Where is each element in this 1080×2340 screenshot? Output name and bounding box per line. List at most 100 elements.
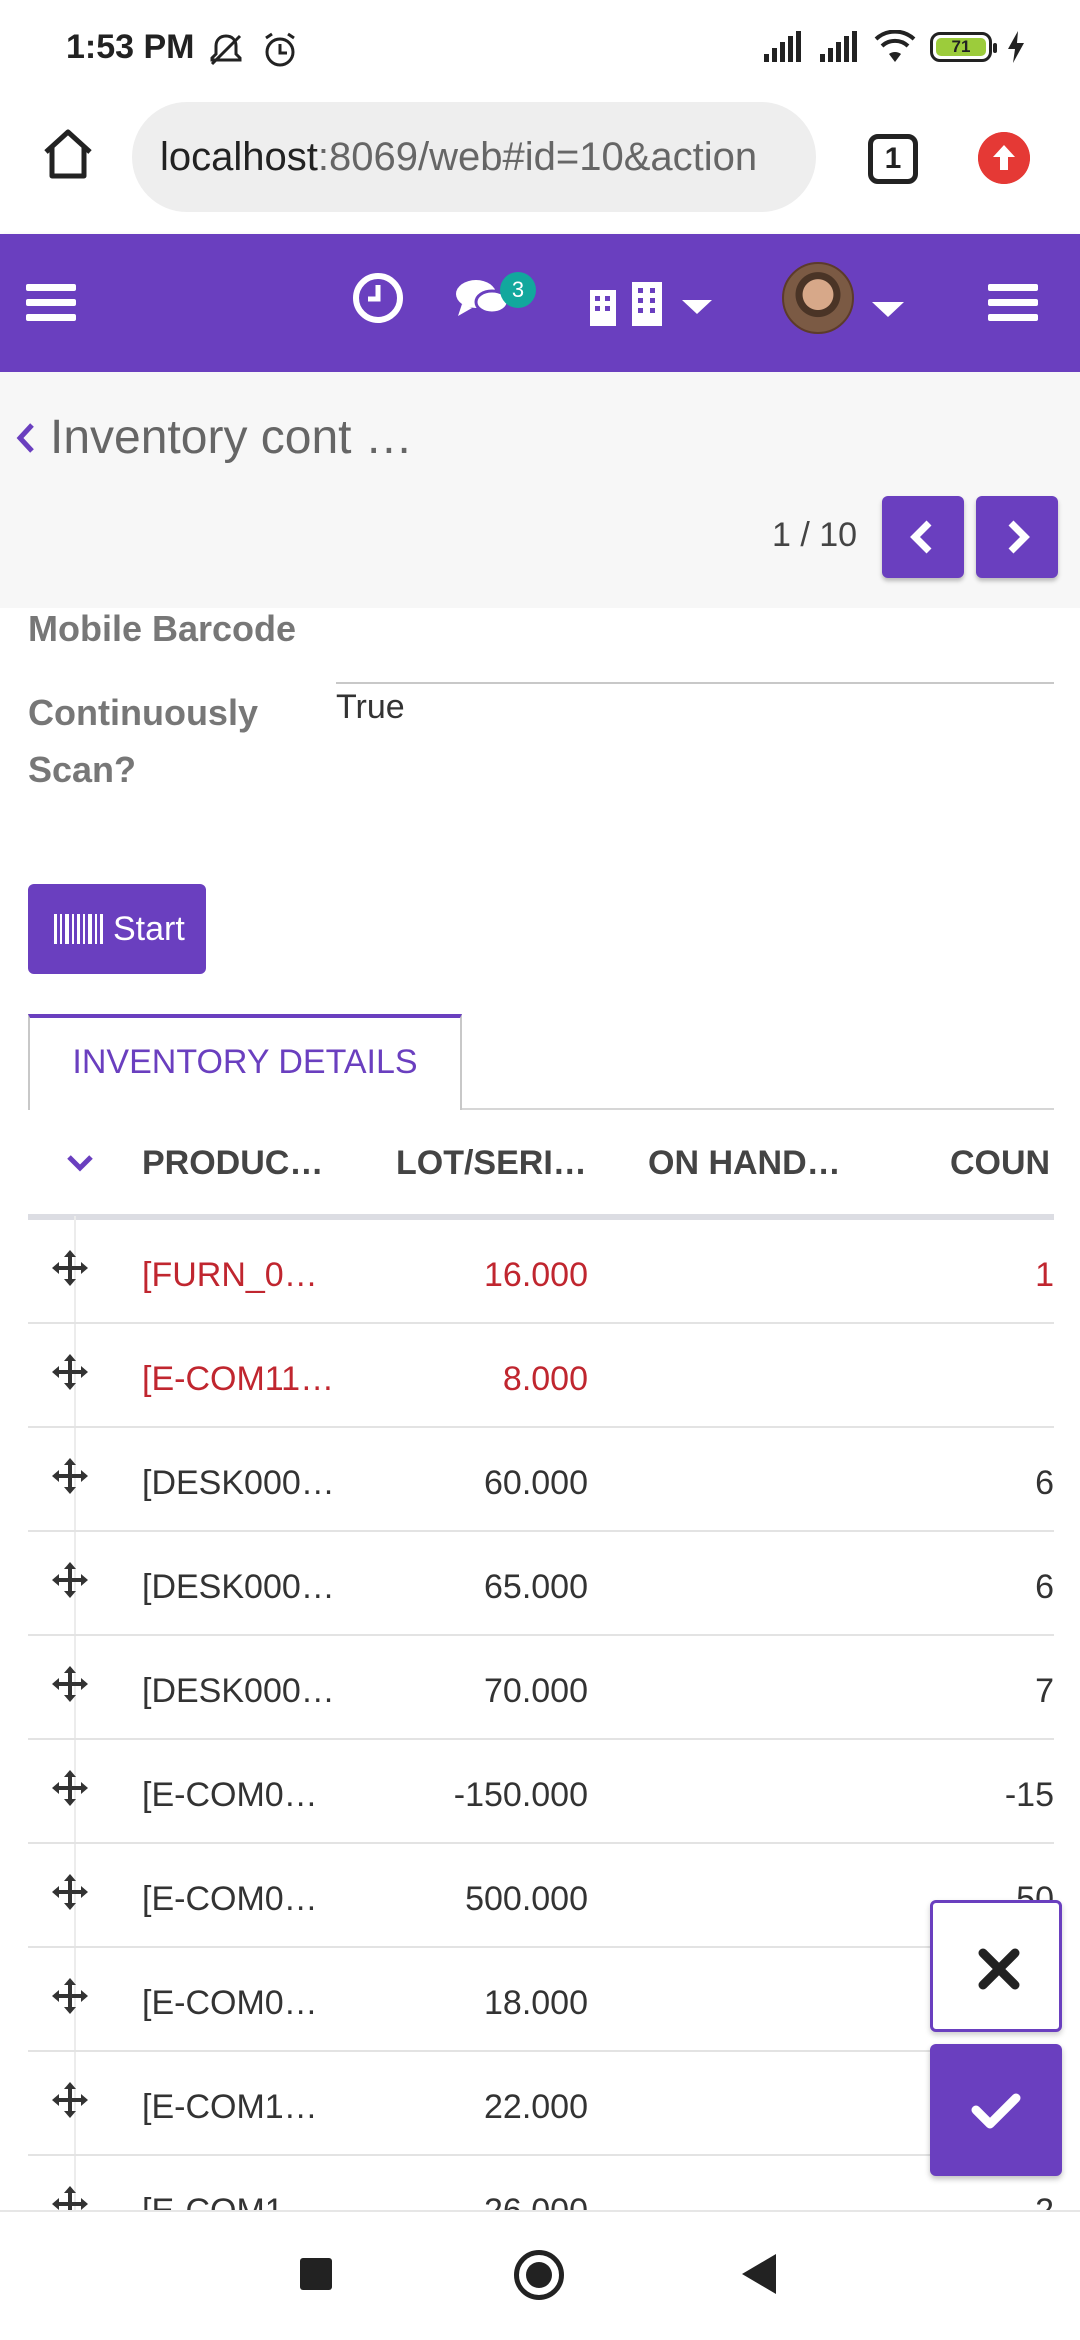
column-header-counted[interactable]: COUN [950, 1144, 1050, 1183]
drag-handle-icon[interactable] [50, 1352, 90, 1392]
update-icon[interactable] [978, 132, 1030, 184]
product-cell[interactable]: [E-COM11… [142, 1360, 334, 1399]
url-host: localhost [160, 135, 318, 179]
back-chevron-icon[interactable] [14, 421, 36, 455]
drag-handle-icon[interactable] [50, 1560, 90, 1600]
pager-value[interactable]: 1 / 10 [772, 516, 857, 555]
hamburger-menu-icon[interactable] [26, 282, 76, 322]
column-header-on-hand[interactable]: ON HAND… [648, 1144, 841, 1183]
on-hand-cell: 18.000 [484, 1984, 588, 2022]
product-cell[interactable]: [FURN_0… [142, 1256, 318, 1295]
product-cell[interactable]: [E-COM0… [142, 1776, 318, 1815]
table-header: PRODUC… LOT/SERI… ON HAND… COUN [28, 1110, 1054, 1220]
table-row[interactable]: [DESK000… 60.000 6 [28, 1428, 1054, 1532]
counted-cell[interactable]: 6 [1035, 1464, 1054, 1503]
signal-icon [820, 31, 857, 62]
activity-clock-icon[interactable] [352, 272, 404, 324]
mobile-barcode-field[interactable] [336, 682, 1054, 684]
browser-toolbar: localhost:8069/web#id=10&action 1 [0, 100, 1080, 234]
pager-previous-button[interactable] [882, 496, 964, 578]
recent-apps-button[interactable] [300, 2258, 332, 2290]
status-bar: 1:53 PM 71 [0, 0, 1080, 100]
drag-handle-icon[interactable] [50, 1976, 90, 2016]
mobile-barcode-label: Mobile Barcode [28, 608, 297, 649]
table-row[interactable]: [E-COM1… 26.000 2 [28, 2156, 1054, 2210]
counted-cell[interactable]: 6 [1035, 1568, 1054, 1607]
start-button[interactable]: Start [28, 884, 206, 974]
drag-handle-icon[interactable] [50, 2184, 90, 2210]
tab-inventory-details[interactable]: INVENTORY DETAILS [28, 1014, 462, 1110]
app-menu-icon[interactable] [988, 282, 1038, 322]
status-time: 1:53 PM [66, 28, 195, 66]
user-avatar[interactable] [782, 262, 854, 334]
company-switch-icon[interactable] [588, 278, 712, 328]
on-hand-cell: 60.000 [484, 1464, 588, 1502]
chevron-down-icon[interactable] [872, 300, 904, 318]
table-row[interactable]: [E-COM0… 500.000 50 [28, 1844, 1054, 1948]
drag-handle-icon[interactable] [50, 1872, 90, 1912]
counted-cell[interactable]: 2 [1035, 2192, 1054, 2210]
table-row[interactable]: [E-COM11… 8.000 [28, 1324, 1054, 1428]
chevron-right-icon [1008, 520, 1030, 554]
on-hand-cell: 26.000 [484, 2192, 588, 2210]
message-count-badge: 3 [500, 272, 536, 308]
page-title: Inventory cont … [50, 411, 413, 464]
chevron-down-icon[interactable] [66, 1154, 94, 1172]
url-path: :8069/web#id=10&action [317, 135, 758, 179]
signal-icon [764, 31, 801, 62]
on-hand-cell: 16.000 [484, 1256, 588, 1294]
drag-handle-icon[interactable] [50, 1664, 90, 1704]
drag-handle-icon[interactable] [50, 1456, 90, 1496]
drag-handle-icon[interactable] [50, 1248, 90, 1288]
product-cell[interactable]: [DESK000… [142, 1568, 335, 1607]
product-cell[interactable]: [E-COM1… [142, 2088, 318, 2127]
system-back-button[interactable] [742, 2254, 776, 2294]
drag-handle-icon[interactable] [50, 1768, 90, 1808]
charging-icon [1008, 31, 1024, 63]
product-cell[interactable]: [DESK000… [142, 1464, 335, 1503]
counted-cell[interactable]: 7 [1035, 1672, 1054, 1711]
product-cell[interactable]: [DESK000… [142, 1672, 335, 1711]
mute-icon [210, 34, 242, 66]
breadcrumb[interactable]: Inventory cont … [14, 410, 413, 465]
home-icon[interactable] [36, 122, 100, 186]
on-hand-cell: -150.000 [453, 1776, 588, 1814]
table-row[interactable]: [E-COM0… 18.000 [28, 1948, 1054, 2052]
product-cell[interactable]: [E-COM0… [142, 1984, 318, 2023]
on-hand-cell: 8.000 [502, 1360, 588, 1398]
counted-cell[interactable]: -15 [1005, 1776, 1054, 1815]
table-row[interactable]: [E-COM0… -150.000 -15 [28, 1740, 1054, 1844]
start-button-label: Start [113, 909, 185, 948]
counted-cell[interactable]: 1 [1035, 1256, 1054, 1295]
system-home-button[interactable] [514, 2250, 564, 2300]
pager-next-button[interactable] [976, 496, 1058, 578]
product-cell[interactable]: [E-COM1… [142, 2192, 318, 2210]
table-row[interactable]: [DESK000… 65.000 6 [28, 1532, 1054, 1636]
continuous-scan-label-line2: Scan? [28, 749, 137, 790]
inventory-lines-table: PRODUC… LOT/SERI… ON HAND… COUN [FURN_0…… [28, 1110, 1054, 2210]
close-icon [978, 1948, 1020, 1990]
on-hand-cell: 500.000 [465, 1880, 588, 1918]
address-bar[interactable]: localhost:8069/web#id=10&action [132, 102, 816, 212]
tab-switcher-button[interactable]: 1 [868, 134, 918, 184]
continuous-scan-value[interactable]: True [336, 688, 405, 727]
on-hand-cell: 65.000 [484, 1568, 588, 1606]
column-header-product[interactable]: PRODUC… [142, 1144, 323, 1183]
table-row[interactable]: [DESK000… 70.000 7 [28, 1636, 1054, 1740]
drag-handle-icon[interactable] [50, 2080, 90, 2120]
continuous-scan-label-line1: Continuously [28, 692, 258, 733]
battery-icon: 71 [930, 32, 997, 62]
barcode-icon [54, 914, 103, 944]
wifi-icon [874, 30, 916, 62]
system-navigation-bar [0, 2210, 1080, 2340]
discard-button[interactable] [930, 1900, 1062, 2032]
control-panel: Inventory cont … 1 / 10 [0, 372, 1080, 608]
table-row[interactable]: [E-COM1… 22.000 [28, 2052, 1054, 2156]
chevron-left-icon [910, 520, 932, 554]
on-hand-cell: 22.000 [484, 2088, 588, 2126]
product-cell[interactable]: [E-COM0… [142, 1880, 318, 1919]
odoo-navbar: 3 [0, 234, 1080, 372]
table-row[interactable]: [FURN_0… 16.000 1 [28, 1220, 1054, 1324]
save-button[interactable] [930, 2044, 1062, 2176]
column-header-lot[interactable]: LOT/SERI… [396, 1144, 587, 1183]
